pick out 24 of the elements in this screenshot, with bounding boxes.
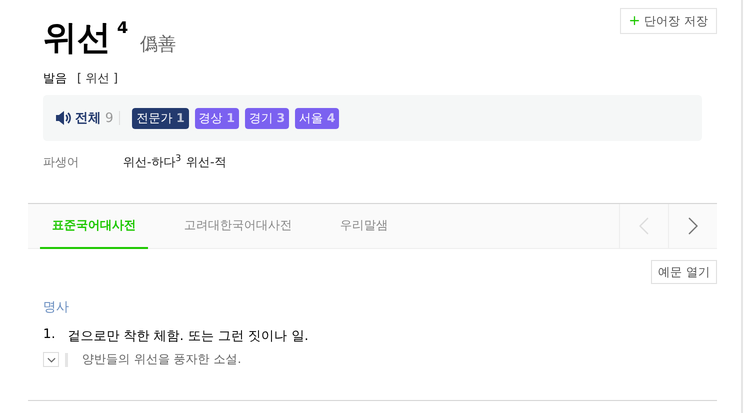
save-to-wordbook-button[interactable]: + 단어장 저장	[620, 8, 717, 34]
hanja: 僞善	[140, 33, 176, 56]
chevron-down-icon	[46, 356, 56, 362]
derived-word-link[interactable]: 위선-하다$^{3}$	[123, 154, 182, 171]
dialect-audio-button[interactable]: 전문가 1	[132, 108, 189, 128]
dialect-audio-button[interactable]: 경상 1	[194, 108, 239, 128]
pronunciation-label: 발음	[43, 70, 67, 87]
dialect-audio-button[interactable]: 경기 3	[244, 108, 289, 128]
derived-word-link[interactable]: 위선-적	[186, 154, 226, 171]
show-examples-button[interactable]: 예문 열기	[651, 260, 717, 284]
chevron-left-icon	[639, 217, 649, 235]
expand-toggle[interactable]	[43, 352, 59, 367]
speaker-icon[interactable]	[55, 111, 71, 125]
dialect-audio-button[interactable]: 서울 4	[294, 108, 340, 128]
example-sentence: 양반들의 위선을 풍자한 소설.	[82, 351, 242, 368]
definition: 겉으로만 착한 체함. 또는 그런 짓이나 일.	[67, 328, 308, 345]
chevron-right-icon	[688, 217, 698, 235]
sense-number: 1.	[43, 327, 56, 344]
homonym-number: 4	[117, 18, 128, 38]
all-audio-button[interactable]: 전체 9	[75, 109, 114, 127]
part-of-speech: 명사	[42, 299, 70, 316]
pronunciation-value: [ 위선 ]	[77, 70, 118, 87]
headword: 위선	[43, 18, 111, 58]
derived-label: 파생어	[43, 154, 80, 171]
